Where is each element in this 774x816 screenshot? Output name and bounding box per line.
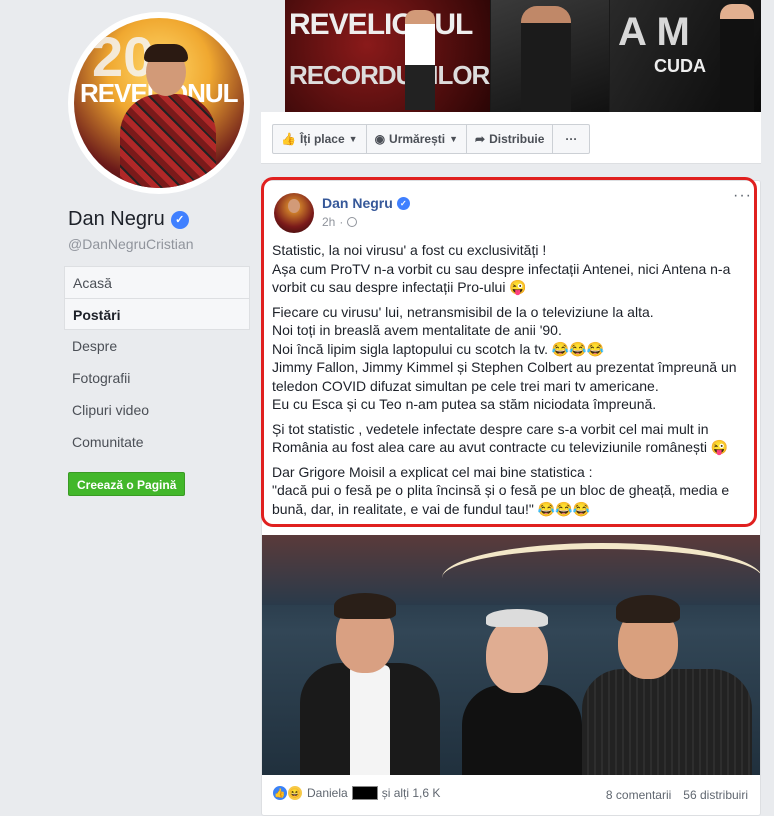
post-line: "dacă pui o fesă pe o plita încinsă și o… — [272, 482, 730, 517]
more-options-button[interactable]: ··· — [553, 125, 589, 153]
reactor-name: Daniela — [307, 786, 348, 800]
reactions-summary[interactable]: 👍 😆 Daniela și alți 1,6 K — [272, 785, 440, 801]
cover-photo-2 — [491, 0, 609, 112]
post-timestamp[interactable]: 2h — [322, 215, 335, 229]
nav-item-posts[interactable]: Postări — [64, 298, 250, 330]
nav-item-community[interactable]: Comunitate — [64, 426, 250, 458]
share-button[interactable]: ➦ Distribuie — [467, 125, 554, 153]
post-paragraph: Și tot statistic , vedetele infectate de… — [272, 420, 748, 457]
reactor-others: și alți 1,6 K — [381, 786, 441, 800]
engagement-counts: 8 comentarii 56 distribuiri — [606, 788, 748, 802]
chevron-down-icon: ▼ — [449, 134, 458, 144]
post-card: Dan Negru ✓ 2h · ··· Statistic, la noi v… — [261, 180, 761, 816]
nav-item-home[interactable]: Acasă — [64, 266, 250, 298]
left-column: 20 REVELIONUL Dan Negru ✓ @DanNegruCrist… — [0, 0, 262, 816]
post-author-avatar[interactable] — [274, 193, 314, 233]
cover-person — [521, 6, 571, 112]
cover-text-2: RECORDURILOR — [289, 60, 490, 90]
nav-item-photos[interactable]: Fotografii — [64, 362, 250, 394]
post-line: Și tot statistic , vedetele infectate de… — [272, 420, 729, 456]
like-label: Îți place — [299, 132, 345, 146]
cover-text-4: CUDA — [654, 56, 706, 76]
comments-count[interactable]: 8 comentarii — [606, 788, 671, 802]
page-nav: Acasă Postări Despre Fotografii Clipuri … — [64, 266, 250, 458]
like-reaction-icon: 👍 — [272, 785, 288, 801]
shares-count[interactable]: 56 distribuiri — [683, 788, 748, 802]
hair — [616, 595, 680, 623]
cover-text-3: A M — [618, 10, 690, 54]
post-line: Noi încă lipim sigla laptopului cu scotc… — [272, 340, 605, 357]
post-author-name[interactable]: Dan Negru — [322, 195, 393, 211]
create-page-button[interactable]: Creează o Pagină — [68, 472, 186, 496]
verified-badge-icon: ✓ — [396, 196, 410, 210]
photo-person-left — [292, 585, 442, 775]
avatar-hair — [144, 44, 188, 62]
avatar-body — [120, 94, 216, 188]
face — [486, 617, 548, 693]
post-line: Noi toți in breaslă avem mentalitate de … — [272, 322, 562, 338]
avatar: 20 REVELIONUL — [74, 18, 244, 188]
post-meta: 2h · — [322, 215, 358, 229]
post-line: Eu cu Esca și cu Teo n-am putea sa stăm … — [272, 396, 657, 412]
hair — [486, 609, 548, 627]
cover-person — [720, 4, 754, 112]
post-paragraph: Statistic, la noi virusu' a fost cu excl… — [272, 241, 748, 297]
photo-person-right — [572, 585, 752, 775]
thumbs-up-icon: 👍 — [281, 132, 296, 146]
post-text: Statistic, la noi virusu' a fost cu excl… — [272, 241, 748, 524]
cover-photo-1: REVELIONUL RECORDURILOR — [285, 0, 490, 112]
like-page-button[interactable]: 👍 Îți place ▼ — [273, 125, 367, 153]
verified-badge-icon: ✓ — [170, 210, 189, 229]
shirt — [350, 665, 390, 775]
post-line: Statistic, la noi virusu' a fost cu excl… — [272, 242, 547, 258]
follow-button[interactable]: ◉ Urmărești ▼ — [367, 125, 467, 153]
post-paragraph: Fiecare cu virusu' lui, netransmisibil d… — [272, 303, 748, 414]
post-paragraph: Dar Grigore Moisil a explicat cel mai bi… — [272, 463, 748, 519]
post-line: Fiecare cu virusu' lui, netransmisibil d… — [272, 303, 654, 320]
post-line: Dar Grigore Moisil a explicat cel mai bi… — [272, 463, 593, 480]
suit — [582, 669, 752, 775]
hair — [334, 593, 396, 619]
cover-photo-strip[interactable]: REVELIONUL RECORDURILOR A M CUDA — [285, 0, 761, 112]
chevron-down-icon: ▼ — [348, 134, 358, 144]
cover-photo-3: A M CUDA — [610, 0, 761, 112]
photo-person-middle — [442, 595, 592, 775]
nav-item-videos[interactable]: Clipuri video — [64, 394, 250, 426]
action-buttons: 👍 Îți place ▼ ◉ Urmărești ▼ ➦ Distribuie… — [272, 124, 591, 154]
page-handle[interactable]: @DanNegruCristian — [68, 236, 193, 252]
globe-icon — [347, 217, 358, 227]
redacted-name — [351, 786, 378, 800]
meta-separator: · — [339, 215, 344, 229]
page-name[interactable]: Dan Negru — [68, 208, 165, 231]
rss-icon: ◉ — [374, 132, 386, 146]
post-options-button[interactable]: ··· — [733, 187, 752, 205]
share-arrow-icon: ➦ — [475, 132, 486, 146]
post-photo[interactable] — [262, 535, 760, 775]
page-title: Dan Negru ✓ — [68, 208, 189, 231]
follow-label: Urmărești — [389, 132, 446, 146]
profile-picture[interactable]: 20 REVELIONUL — [68, 12, 250, 194]
cover-text-1: REVELIONUL — [289, 8, 473, 41]
suit — [462, 685, 582, 775]
avatar-face — [288, 199, 300, 213]
haha-reaction-icon: 😆 — [287, 785, 303, 801]
nav-item-about[interactable]: Despre — [64, 330, 250, 362]
post-line: Jimmy Fallon, Jimmy Kimmel și Stephen Co… — [272, 359, 737, 394]
cover-person — [405, 10, 435, 110]
share-label: Distribuie — [489, 132, 545, 146]
post-author: Dan Negru ✓ — [322, 195, 410, 211]
post-line: Așa cum ProTV n-a vorbit cu sau despre i… — [272, 260, 731, 296]
page-action-bar: 👍 Îți place ▼ ◉ Urmărești ▼ ➦ Distribuie… — [261, 112, 761, 164]
